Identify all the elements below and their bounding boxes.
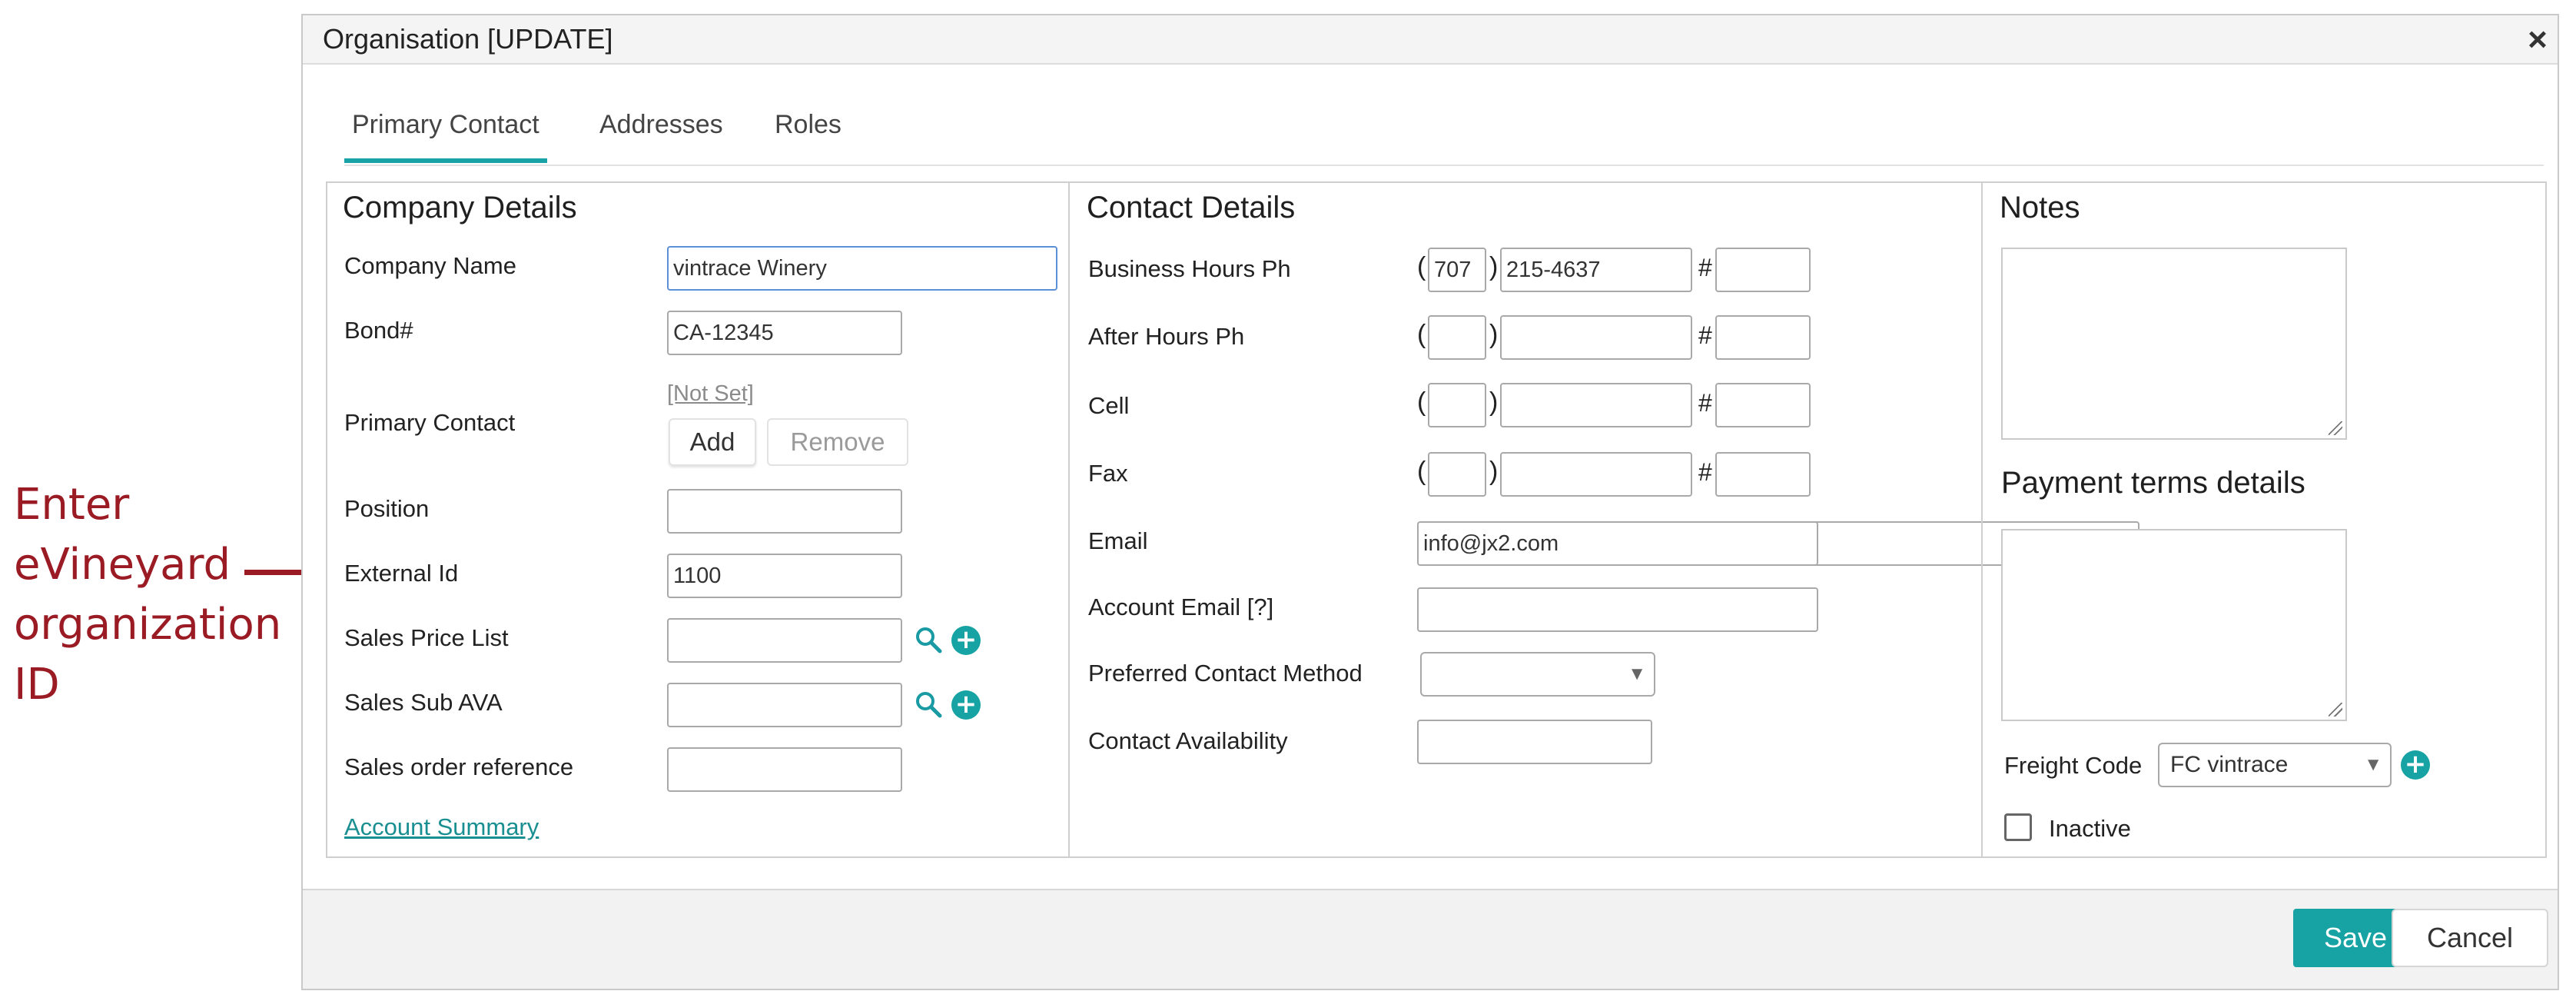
preferred-contact-method-select[interactable]: ▼ <box>1420 652 1655 697</box>
extension-hash: # <box>1698 458 1712 486</box>
sales-price-list-input[interactable] <box>667 618 902 663</box>
contact-details-title: Contact Details <box>1087 191 1296 224</box>
organisation-dialog: Organisation [UPDATE] × Primary Contact … <box>301 14 2559 990</box>
business-hours-label: Business Hours Ph <box>1088 255 1291 282</box>
primary-contact-value: [Not Set] <box>667 381 754 406</box>
extension-hash: # <box>1698 389 1712 417</box>
form-panel: Company Details Company Name vintrace Wi… <box>326 181 2547 858</box>
tab-bar: Primary Contact Addresses Roles <box>344 108 2544 166</box>
account-summary-link[interactable]: Account Summary <box>344 813 539 841</box>
business-number-input[interactable]: 215-4637 <box>1500 248 1692 292</box>
contact-availability-label: Contact Availability <box>1088 727 1288 754</box>
contact-details-column: Contact Details Business Hours Ph ( 707 … <box>1068 183 2139 856</box>
paren-open: ( <box>1417 252 1426 281</box>
after-hours-area-code-input[interactable] <box>1428 315 1486 360</box>
chevron-down-icon: ▼ <box>2364 754 2382 775</box>
search-icon[interactable] <box>913 689 944 720</box>
tab-addresses[interactable]: Addresses <box>592 108 731 163</box>
inactive-label: Inactive <box>2049 815 2131 842</box>
freight-code-label: Freight Code <box>2004 752 2143 779</box>
fax-extension-input[interactable] <box>1715 452 1811 497</box>
close-icon[interactable]: × <box>2519 22 2556 58</box>
email-label: Email <box>1088 527 1148 554</box>
paren-close: ) <box>1489 252 1499 281</box>
external-id-input[interactable]: 1100 <box>667 554 902 598</box>
fax-area-code-input[interactable] <box>1428 452 1486 497</box>
sales-sub-ava-input[interactable] <box>667 683 902 727</box>
company-name-input[interactable]: vintrace Winery <box>667 246 1057 291</box>
bond-label: Bond# <box>344 317 413 344</box>
dialog-titlebar: Organisation [UPDATE] × <box>303 15 2558 65</box>
extension-hash: # <box>1698 254 1712 281</box>
annotation-line-1: Enter <box>14 480 130 530</box>
paren-close: ) <box>1489 320 1499 349</box>
chevron-down-icon: ▼ <box>1628 663 1646 684</box>
cancel-button[interactable]: Cancel <box>2392 909 2548 967</box>
cell-label: Cell <box>1088 392 1130 419</box>
after-hours-number-input[interactable] <box>1500 315 1692 360</box>
sales-sub-ava-label: Sales Sub AVA <box>344 689 503 716</box>
bond-input[interactable]: CA-12345 <box>667 311 902 355</box>
position-input[interactable] <box>667 489 902 534</box>
extension-hash: # <box>1698 321 1712 349</box>
paren-open: ( <box>1417 457 1426 486</box>
company-name-label: Company Name <box>344 252 516 279</box>
inactive-checkbox[interactable] <box>2004 813 2032 841</box>
paren-close: ) <box>1489 457 1499 486</box>
contact-availability-input[interactable] <box>1417 720 1652 764</box>
add-sales-price-list-icon[interactable]: + <box>951 626 981 655</box>
cell-extension-input[interactable] <box>1715 383 1811 427</box>
after-hours-extension-input[interactable] <box>1715 315 1811 360</box>
add-primary-contact-button[interactable]: Add <box>669 418 756 466</box>
preferred-contact-method-label: Preferred Contact Method <box>1088 660 1363 687</box>
notes-column: Notes Payment terms details Freight Code… <box>1981 183 2545 856</box>
add-freight-code-icon[interactable]: + <box>2401 750 2430 780</box>
cell-area-code-input[interactable] <box>1428 383 1486 427</box>
freight-code-select[interactable]: FC vintrace ▼ <box>2158 743 2392 787</box>
search-icon[interactable] <box>913 624 944 655</box>
company-details-column: Company Details Company Name vintrace Wi… <box>327 183 1068 856</box>
annotation-line-2: eVineyard <box>14 540 231 590</box>
freight-code-value: FC vintrace <box>2170 752 2289 777</box>
annotation-line-3: organization <box>14 600 282 650</box>
sales-order-reference-label: Sales order reference <box>344 753 574 780</box>
resize-handle-icon[interactable] <box>2329 421 2342 435</box>
remove-primary-contact-button[interactable]: Remove <box>767 418 908 466</box>
paren-close: ) <box>1489 387 1499 417</box>
business-extension-input[interactable] <box>1715 248 1811 292</box>
add-sales-sub-ava-icon[interactable]: + <box>951 690 981 720</box>
paren-open: ( <box>1417 320 1426 349</box>
payment-terms-textarea[interactable] <box>2001 529 2347 721</box>
after-hours-label: After Hours Ph <box>1088 323 1245 350</box>
paren-open: ( <box>1417 387 1426 417</box>
fax-number-input[interactable] <box>1500 452 1692 497</box>
sales-order-reference-input[interactable] <box>667 747 902 792</box>
tab-roles[interactable]: Roles <box>767 108 849 163</box>
email-field[interactable]: info@jx2.com <box>1417 521 1818 566</box>
notes-textarea[interactable] <box>2001 248 2347 440</box>
fax-label: Fax <box>1088 460 1128 487</box>
company-details-title: Company Details <box>343 191 577 224</box>
account-email-field[interactable] <box>1417 587 1818 632</box>
position-label: Position <box>344 495 430 522</box>
account-email-label: Account Email [?] <box>1088 594 1274 620</box>
notes-title: Notes <box>2000 191 2080 224</box>
resize-handle-icon[interactable] <box>2329 703 2342 717</box>
sales-price-list-label: Sales Price List <box>344 624 509 651</box>
annotation-line-4: ID <box>14 660 60 710</box>
external-id-label: External Id <box>344 560 459 587</box>
business-area-code-input[interactable]: 707 <box>1428 248 1486 292</box>
dialog-title: Organisation [UPDATE] <box>323 23 613 55</box>
cell-number-input[interactable] <box>1500 383 1692 427</box>
primary-contact-label: Primary Contact <box>344 409 516 436</box>
payment-terms-title: Payment terms details <box>2001 466 2305 500</box>
dialog-footer: Save Cancel <box>303 889 2558 989</box>
tab-primary-contact[interactable]: Primary Contact <box>344 108 547 163</box>
annotation-text: Enter eVineyard organization ID <box>14 475 281 715</box>
